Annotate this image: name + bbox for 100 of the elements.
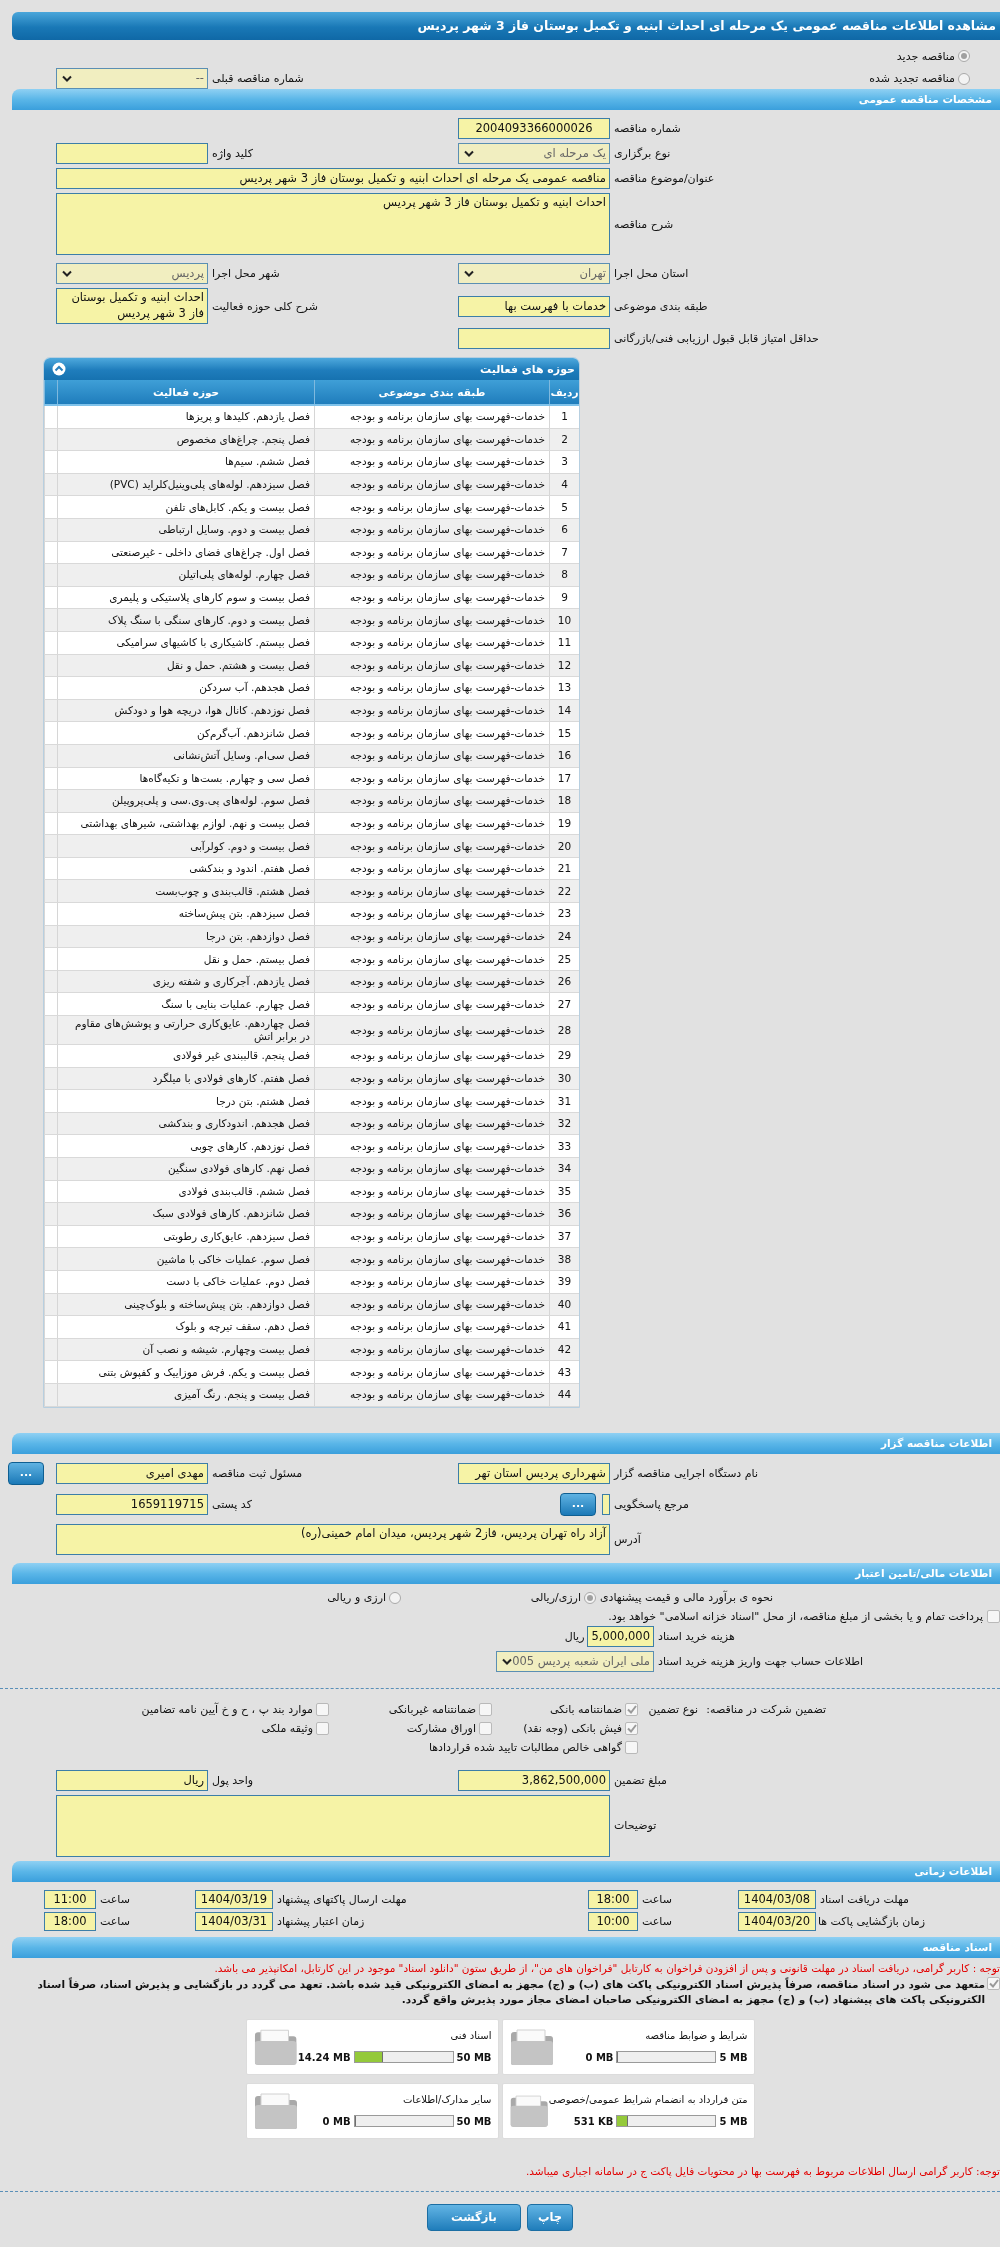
table-cell: فصل هجدهم. آب سردکن: [57, 677, 314, 699]
table-cell: 19: [549, 812, 579, 835]
checkbox[interactable]: [316, 1702, 329, 1716]
table-cell: خدمات-فهرست بهای سازمان برنامه و بودجه: [314, 1338, 549, 1361]
input-field[interactable]: 1404/03/08: [738, 1889, 816, 1909]
table-cell: خدمات-فهرست بهای سازمان برنامه و بودجه: [314, 857, 549, 880]
table-cell: 41: [549, 1316, 579, 1338]
table-cell: 43: [549, 1361, 579, 1383]
table-cell: فصل شانزدهم. آب‌گرم‌کن: [57, 722, 314, 744]
table-cell: فصل هفتم. کارهای فولادی با میلگرد: [57, 1067, 314, 1090]
table-cell: 5: [549, 496, 579, 518]
checkbox[interactable]: [987, 1976, 1000, 1990]
input-field[interactable]: 1659119715: [56, 1493, 208, 1515]
table-cell: فصل بیست و نهم. لوازم بهداشتی، شیرهای بهداشتی: [57, 812, 314, 835]
checkbox[interactable]: [625, 1702, 638, 1716]
dropdown[interactable]: ملی ایران شعبه پردیس 005: [496, 1650, 654, 1672]
input-field[interactable]: شهرداری پردیس استان تهر: [458, 1462, 610, 1484]
field-label: واحد پول: [211, 1773, 255, 1787]
table-cell: خدمات-فهرست بهای سازمان برنامه و بودجه: [314, 722, 549, 744]
input-field[interactable]: 2004093366000026: [458, 118, 610, 139]
dropdown[interactable]: یک مرحله ای: [458, 143, 610, 164]
checkbox[interactable]: [987, 1610, 1000, 1624]
table-cell: خدمات-فهرست بهای سازمان برنامه و بودجه: [314, 790, 549, 812]
checkbox-label: اوراق مشارکت: [406, 1721, 476, 1735]
table-cell: خدمات-فهرست بهای سازمان برنامه و بودجه: [314, 1045, 549, 1067]
input-field[interactable]: 1404/03/20: [738, 1911, 816, 1931]
input-field[interactable]: 3,862,500,000: [458, 1769, 610, 1791]
field-label: نحوه ی برآورد مالی و قیمت پیشنهادی: [599, 1591, 775, 1605]
collapse-icon[interactable]: [52, 362, 66, 376]
checkbox-label: ضمانتنامه بانکی: [549, 1702, 622, 1716]
field-label: شهر محل اجرا: [211, 267, 281, 280]
table-cell: 3: [549, 451, 579, 473]
field-label: توضیحات: [613, 1819, 658, 1833]
input-field[interactable]: مهدی امیری: [56, 1462, 208, 1484]
dropdown[interactable]: تهران: [458, 263, 610, 284]
table-cell: فصل هشتم. بتن درجا: [57, 1090, 314, 1112]
table-cell: فصل چهاردهم. عایق‌کاری حرارتی و پوشش‌های مقاوم در برابر اتش: [57, 1016, 314, 1045]
table-cell: خدمات-فهرست بهای سازمان برنامه و بودجه: [314, 1270, 549, 1293]
caret-icon: [464, 270, 474, 277]
table-cell: خدمات-فهرست بهای سازمان برنامه و بودجه: [314, 1180, 549, 1203]
input-field[interactable]: احداث ابنیه و تکمیل بوستان فاز 3 شهر پردیس: [56, 193, 610, 255]
input-field[interactable]: 1404/03/31: [195, 1911, 273, 1931]
table-cell: فصل ششم. قالب‌بندی فولادی: [57, 1180, 314, 1203]
field-label: شرح مناقصه: [613, 217, 675, 231]
caret-icon: [502, 1657, 513, 1665]
page-title: مشاهده اطلاعات مناقصه عمومی یک مرحله ای احداث ابنیه و تکمیل بوستان فاز 3 شهر پردیس: [12, 12, 1000, 40]
table-cell: خدمات-فهرست بهای سازمان برنامه و بودجه: [314, 654, 549, 677]
table-cell: خدمات-فهرست بهای سازمان برنامه و بودجه: [314, 609, 549, 631]
radio-button[interactable]: [584, 1591, 596, 1604]
table-cell: خدمات-فهرست بهای سازمان برنامه و بودجه: [314, 1203, 549, 1225]
table-cell: 15: [549, 722, 579, 744]
size-limit: 5 MB: [719, 2051, 748, 2063]
checkbox[interactable]: [625, 1740, 638, 1754]
checkbox-label: پرداخت تمام و یا بخشی از مبلغ مناقصه، از محل "اسناد خزانه اسلامی" خواهد بود.: [608, 1610, 983, 1624]
input-field[interactable]: [56, 143, 208, 164]
input-field[interactable]: 18:00: [588, 1889, 638, 1909]
table-cell: 6: [549, 518, 579, 541]
radio-button[interactable]: [389, 1591, 401, 1604]
table-cell: فصل دوم. عملیات خاکی با دست: [57, 1270, 314, 1293]
caret-icon: [62, 270, 72, 277]
field-label: ساعت: [641, 1892, 673, 1906]
input-field[interactable]: 1404/03/19: [195, 1889, 273, 1909]
input-field[interactable]: 18:00: [44, 1911, 96, 1931]
checkbox[interactable]: [479, 1702, 492, 1716]
input-field[interactable]: 5,000,000: [587, 1625, 654, 1647]
table-cell: خدمات-فهرست بهای سازمان برنامه و بودجه: [314, 406, 549, 428]
table-cell: خدمات-فهرست بهای سازمان برنامه و بودجه: [314, 677, 549, 699]
checkbox[interactable]: [479, 1721, 492, 1735]
input-field[interactable]: آزاد راه تهران پردیس، فاز2 شهر پردیس، میدان امام خمینی(ره): [56, 1523, 610, 1555]
table-cell: فصل بیست و یکم. کابل‌های تلفن: [57, 496, 314, 518]
input-field[interactable]: 11:00: [44, 1889, 96, 1909]
table-cell: خدمات-فهرست بهای سازمان برنامه و بودجه: [314, 631, 549, 654]
checkbox-label: فیش بانکی (وجه نقد): [523, 1721, 622, 1735]
input-field[interactable]: [56, 1794, 610, 1857]
commitment-text: متعهد می شود در اسناد مناقصه، صرفاً پذیرش اسناد الکترونیکی پاکت های (ب) و (ج) مجهز به امضای الکترونیکی قید شده باشد. تعهد می گردد در بازگشایی و پذیرش اسناد، صرفاً اسناد الکترونیکی پاکت های پیشنهاد (ب) و (ج) مجهز به امضای الکترونیکی صاحبان امضای مجاز مورد پذیرش واقع گردد.: [36, 1976, 985, 2007]
column-header: طبقه بندی موضوعی: [314, 380, 549, 404]
table-cell: خدمات-فهرست بهای سازمان برنامه و بودجه: [314, 993, 549, 1016]
table-cell: فصل اول. چراغ‌های فضای داخلی - غیرصنعتی: [57, 541, 314, 564]
caret-icon: [464, 150, 474, 157]
input-field[interactable]: [602, 1493, 610, 1515]
radio-button[interactable]: [958, 50, 970, 62]
input-field[interactable]: احداث ابنیه و تکمیل بوستان فاز 3 شهر پردیس: [56, 288, 208, 324]
table-cell: خدمات-فهرست بهای سازمان برنامه و بودجه: [314, 699, 549, 722]
input-field[interactable]: خدمات با فهرست بها: [458, 295, 610, 317]
radio-button[interactable]: [958, 72, 970, 85]
input-field[interactable]: مناقصه عمومی یک مرحله ای احداث ابنیه و تکمیل بوستان فاز 3 شهر پردیس: [56, 168, 610, 189]
input-field[interactable]: 10:00: [588, 1911, 638, 1931]
column-header: ردیف: [549, 380, 579, 404]
dropdown[interactable]: پردیس: [56, 263, 208, 284]
table-cell: فصل پنجم. چراغ‌های مخصوص: [57, 428, 314, 451]
dropdown[interactable]: --: [56, 68, 208, 89]
input-field[interactable]: ریال: [56, 1769, 208, 1791]
radio-label: مناقصه جدید: [896, 49, 955, 63]
checkbox[interactable]: [625, 1721, 638, 1735]
section-header: مشخصات مناقصه عمومی: [12, 89, 1000, 110]
checkbox[interactable]: [316, 1721, 329, 1735]
input-field[interactable]: [458, 328, 610, 349]
table-cell: خدمات-فهرست بهای سازمان برنامه و بودجه: [314, 564, 549, 586]
table-cell: خدمات-فهرست بهای سازمان برنامه و بودجه: [314, 586, 549, 609]
table-cell: فصل دوازدهم. بتن درجا: [57, 925, 314, 948]
